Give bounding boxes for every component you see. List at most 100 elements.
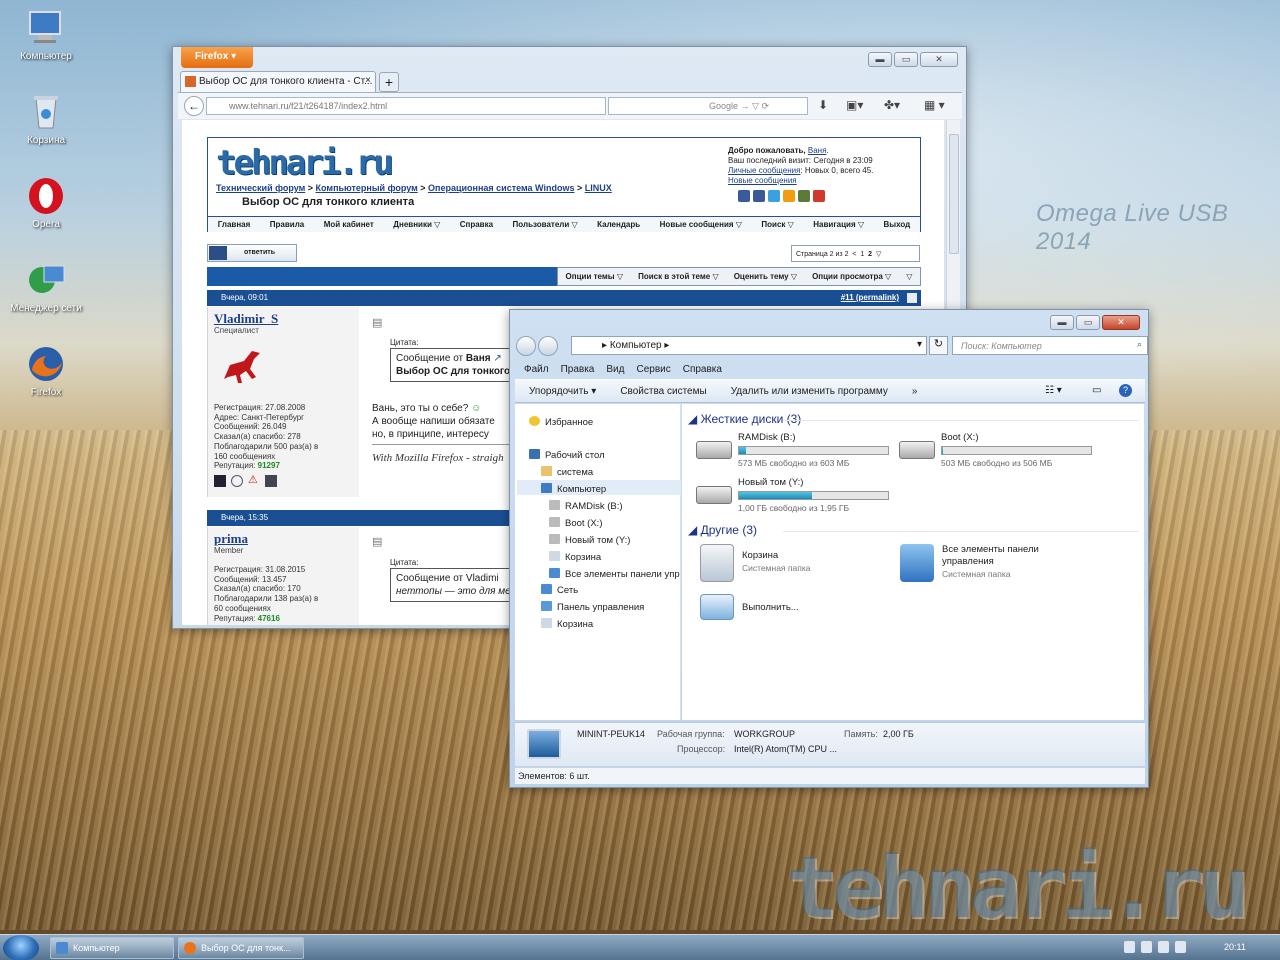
new-posts-link[interactable]: Новые сообщения bbox=[728, 176, 797, 185]
signal-icon[interactable] bbox=[1158, 941, 1169, 953]
drive-newvol[interactable]: Новый том (Y:) 1,00 ГБ свободно из 1,95 … bbox=[696, 477, 896, 517]
minimize-button[interactable]: ▬ bbox=[1050, 315, 1074, 330]
scrollbar-thumb[interactable] bbox=[949, 134, 959, 254]
nav-recycle-bin-2[interactable]: Корзина bbox=[541, 618, 593, 630]
close-button[interactable]: ✕ bbox=[1102, 315, 1140, 330]
breadcrumb-link[interactable]: Операционная система Windows bbox=[428, 183, 574, 193]
uninstall-program-button[interactable]: Удалить или изменить программу bbox=[731, 386, 888, 402]
odnoklassniki-icon[interactable] bbox=[783, 190, 795, 202]
search-input[interactable]: Поиск: Компьютер ⌕ bbox=[952, 336, 1148, 355]
mailru-icon[interactable] bbox=[798, 190, 810, 202]
thread-option[interactable]: Оценить тему ▽ bbox=[734, 272, 797, 285]
view-options-icon[interactable]: ☷ ▾ bbox=[1045, 385, 1062, 396]
firefox-menu-button[interactable]: Firefox ▾ bbox=[181, 47, 253, 68]
menu-item[interactable]: Пользователи ▽ bbox=[513, 220, 578, 232]
reply-button[interactable]: ответить bbox=[207, 244, 297, 262]
desktop-icon-opera[interactable]: Opera bbox=[4, 176, 88, 230]
menu-item[interactable]: Правила bbox=[270, 220, 304, 232]
group-hard-disks[interactable]: ◢ Жесткие диски (3) bbox=[688, 412, 1140, 426]
facebook-icon[interactable] bbox=[753, 190, 765, 202]
menu-file[interactable]: Файл bbox=[524, 364, 549, 379]
organize-button[interactable]: Упорядочить ▾ bbox=[529, 386, 596, 402]
page-1[interactable]: 1 bbox=[860, 251, 864, 258]
group-other[interactable]: ◢ Другие (3) bbox=[688, 523, 1138, 537]
search-bar[interactable]: Google → ▽ ⟳ bbox=[608, 97, 808, 115]
twitter-icon[interactable] bbox=[768, 190, 780, 202]
menu-view[interactable]: Вид bbox=[606, 364, 624, 379]
site-logo[interactable]: tehnari.ru bbox=[216, 143, 394, 183]
desktop-icon-recycle-bin[interactable]: Корзина bbox=[4, 92, 88, 146]
menu-item[interactable]: Дневники ▽ bbox=[393, 220, 440, 232]
minimize-button[interactable]: ▬ bbox=[868, 52, 892, 67]
nav-computer[interactable]: Компьютер bbox=[517, 480, 681, 495]
taskbar-button-explorer[interactable]: Компьютер bbox=[50, 937, 174, 959]
nav-desktop[interactable]: Рабочий стол bbox=[529, 449, 605, 461]
url-bar[interactable]: www.tehnari.ru/f21/t264187/index2.html bbox=[206, 97, 606, 115]
nav-boot[interactable]: Boot (X:) bbox=[549, 517, 603, 529]
new-tab-button[interactable]: + bbox=[379, 72, 399, 92]
item-all-control-panel[interactable]: Все элементы панели управления Системная … bbox=[900, 544, 1100, 584]
item-run[interactable]: Выполнить... bbox=[700, 594, 880, 624]
menu-edit[interactable]: Правка bbox=[561, 364, 595, 379]
close-button[interactable]: ✕ bbox=[920, 52, 958, 67]
nav-favorites[interactable]: Избранное bbox=[529, 416, 593, 428]
thread-option[interactable]: Поиск в этой теме ▽ bbox=[638, 272, 719, 285]
clock[interactable]: 20:11 bbox=[1224, 942, 1246, 952]
breadcrumb-link[interactable]: Компьютерный форум bbox=[316, 183, 418, 193]
network-status-icon[interactable] bbox=[1124, 941, 1135, 953]
menu-item[interactable]: Мой кабинет bbox=[324, 220, 374, 232]
menu-item[interactable]: Главная bbox=[218, 220, 251, 232]
nav-newvol[interactable]: Новый том (Y:) bbox=[549, 534, 630, 546]
drive-boot[interactable]: Boot (X:) 503 МБ свободно из 506 МБ bbox=[899, 432, 1099, 472]
drive-ramdisk[interactable]: RAMDisk (B:) 573 МБ свободно из 603 МБ bbox=[696, 432, 896, 472]
username-link[interactable]: prima bbox=[214, 531, 248, 547]
maximize-button[interactable]: ▭ bbox=[1076, 315, 1100, 330]
taskbar-button-firefox[interactable]: Выбор ОС для тонк... bbox=[178, 937, 304, 959]
preview-pane-icon[interactable]: ▭ bbox=[1092, 385, 1101, 396]
menu-tools[interactable]: Сервис bbox=[636, 364, 670, 379]
maximize-button[interactable]: ▭ bbox=[894, 52, 918, 67]
menu-item[interactable]: Справка bbox=[460, 220, 493, 232]
google-plus-icon[interactable] bbox=[813, 190, 825, 202]
item-recycle-bin[interactable]: Корзина Системная папка bbox=[700, 544, 880, 584]
desktop-icon-firefox[interactable]: Firefox bbox=[4, 344, 88, 398]
thread-option[interactable]: Опции просмотра ▽ bbox=[812, 272, 891, 285]
menu-grid-icon[interactable]: ▦ ▾ bbox=[924, 98, 945, 112]
menu-item[interactable]: Выход bbox=[883, 220, 910, 232]
system-properties-button[interactable]: Свойства системы bbox=[620, 386, 706, 402]
address-bar[interactable]: ▸ Компьютер ▸ ▾ bbox=[571, 336, 927, 355]
page-2[interactable]: 2 bbox=[868, 251, 872, 258]
thread-option[interactable]: Опции темы ▽ bbox=[566, 272, 623, 285]
browser-tab[interactable]: Выбор ОС для тонкого клиента - Ст... × bbox=[180, 71, 376, 92]
breadcrumb-link[interactable]: LINUX bbox=[585, 183, 612, 193]
vk-icon[interactable] bbox=[738, 190, 750, 202]
bookmarks-icon[interactable]: ▣▾ bbox=[846, 98, 863, 112]
nav-network[interactable]: Сеть bbox=[541, 584, 578, 596]
back-arrow-icon[interactable]: ← bbox=[184, 96, 204, 116]
page-menu[interactable]: ▽ bbox=[876, 251, 881, 258]
back-button[interactable] bbox=[516, 336, 536, 356]
explorer-window[interactable]: ▬ ▭ ✕ ▸ Компьютер ▸ ▾ ↻ Поиск: Компьютер ⌕… bbox=[509, 309, 1149, 788]
menu-item[interactable]: Поиск ▽ bbox=[761, 220, 793, 232]
menu-item[interactable]: Навигация ▽ bbox=[813, 220, 864, 232]
nav-all-control-panel[interactable]: Все элементы панели упр bbox=[549, 568, 680, 580]
gear-icon[interactable] bbox=[231, 475, 243, 487]
refresh-button[interactable]: ↻ bbox=[929, 336, 948, 355]
username-link[interactable]: Vladimir_S bbox=[214, 311, 278, 327]
chevron-down-icon[interactable]: ▾ bbox=[917, 339, 922, 350]
desktop-icon-computer[interactable]: Компьютер bbox=[4, 8, 88, 62]
profile-icon[interactable] bbox=[214, 475, 226, 487]
menu-help[interactable]: Справка bbox=[683, 364, 722, 379]
tab-close-icon[interactable]: × bbox=[365, 75, 371, 86]
username-link[interactable]: Ваня bbox=[808, 146, 827, 155]
menu-item[interactable]: Календарь bbox=[597, 220, 640, 232]
help-icon[interactable]: ? bbox=[1119, 384, 1132, 397]
thread-option[interactable]: ▽ bbox=[906, 272, 912, 285]
monitor-icon[interactable] bbox=[1141, 941, 1152, 953]
warning-icon[interactable]: ⚠ bbox=[248, 475, 260, 487]
select-post-checkbox[interactable] bbox=[907, 293, 917, 303]
nav-recycle-bin[interactable]: Корзина bbox=[549, 551, 601, 563]
start-button[interactable] bbox=[3, 935, 39, 960]
private-messages-link[interactable]: Личные сообщения bbox=[728, 166, 800, 175]
addons-icon[interactable]: ✤▾ bbox=[884, 98, 900, 112]
